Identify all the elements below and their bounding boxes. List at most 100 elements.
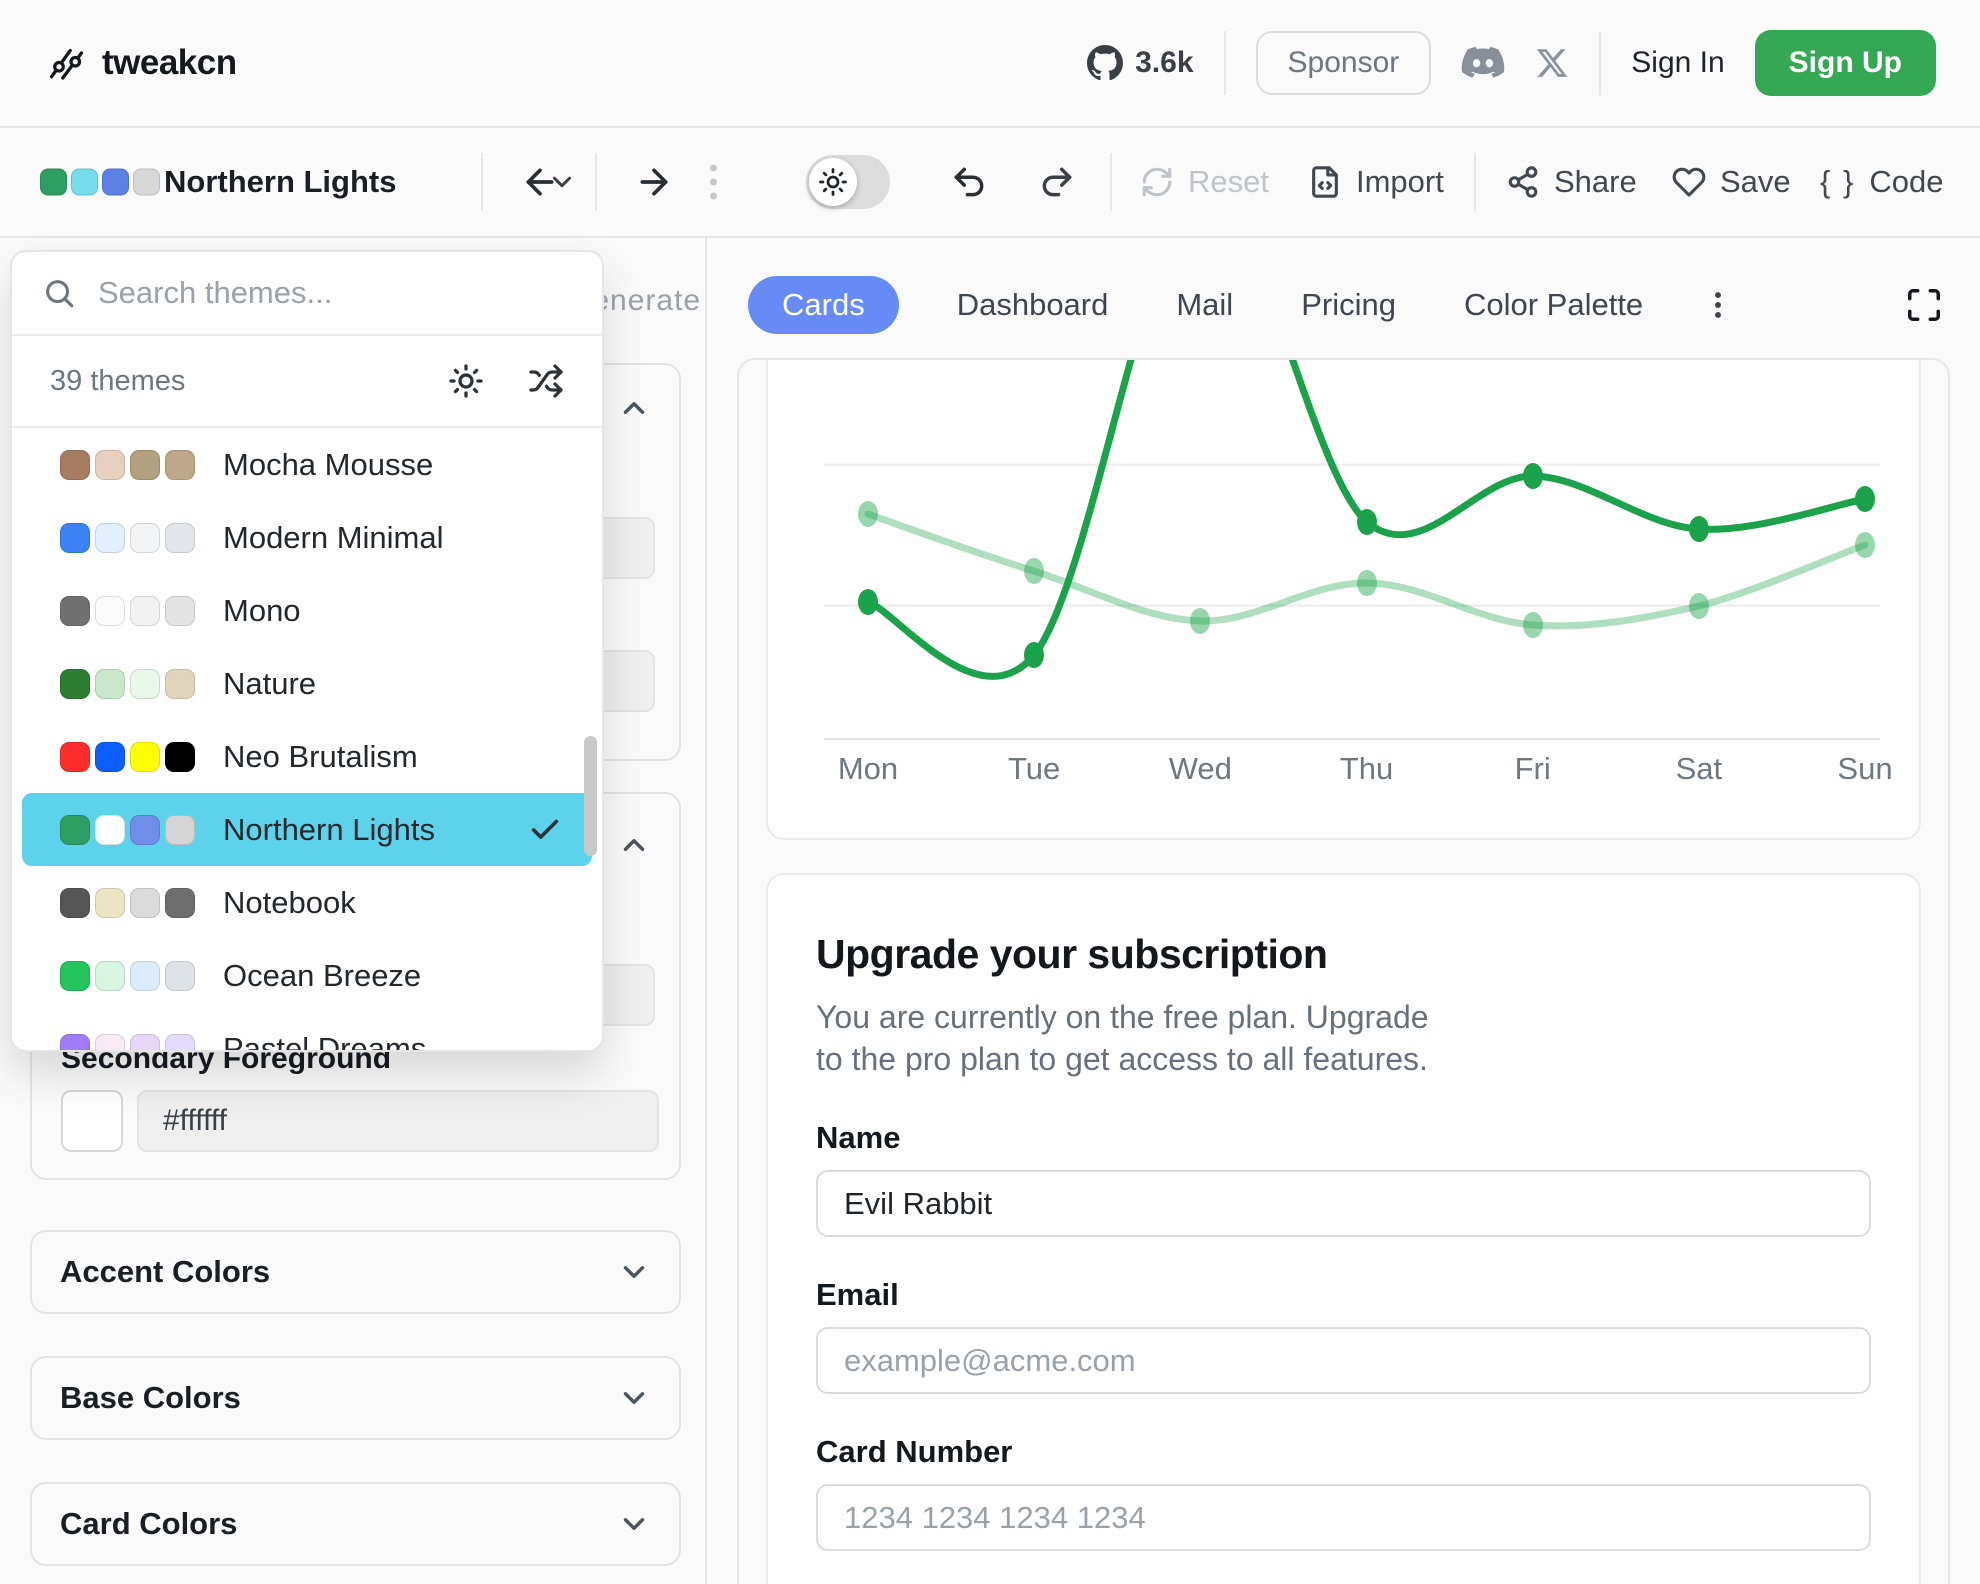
section-card-colors[interactable]: Card Colors xyxy=(30,1482,681,1566)
section-accent-colors[interactable]: Accent Colors xyxy=(30,1230,681,1314)
arrow-left-icon xyxy=(520,162,560,202)
theme-swatches xyxy=(60,596,195,626)
theme-name: Mono xyxy=(223,593,576,629)
theme-selector[interactable]: Northern Lights xyxy=(164,164,577,200)
upgrade-title: Upgrade your subscription xyxy=(816,931,1871,978)
tab-dashboard[interactable]: Dashboard xyxy=(947,276,1119,334)
theme-search-input[interactable] xyxy=(98,275,572,311)
theme-color-swatch xyxy=(165,888,195,918)
theme-swatches xyxy=(60,742,195,772)
history-back-button[interactable] xyxy=(520,162,560,202)
toolbar-divider xyxy=(1474,153,1476,211)
panel-resize-handle[interactable] xyxy=(710,165,717,200)
theme-name: Ocean Breeze xyxy=(223,958,576,994)
github-star-count: 3.6k xyxy=(1135,46,1193,80)
theme-list-item[interactable]: Nature xyxy=(22,647,592,720)
brand[interactable]: tweakcn xyxy=(44,43,237,83)
theme-color-swatch xyxy=(95,669,125,699)
light-dark-mode-toggle[interactable] xyxy=(806,155,890,209)
svg-text:Mon: Mon xyxy=(838,751,898,786)
header: tweakcn 3.6k Sponsor xyxy=(0,0,1980,128)
theme-list-item[interactable]: Pastel Dreams xyxy=(22,1012,592,1052)
reset-button[interactable]: Reset xyxy=(1140,164,1269,200)
refresh-icon xyxy=(1140,165,1174,199)
heart-icon xyxy=(1672,165,1706,199)
theme-color-swatch xyxy=(130,596,160,626)
theme-list-item[interactable]: Northern Lights xyxy=(22,793,592,866)
theme-color-swatch xyxy=(130,1034,160,1053)
history-forward-button[interactable] xyxy=(634,162,674,202)
theme-name: Neo Brutalism xyxy=(223,739,576,775)
light-mode-filter-button[interactable] xyxy=(448,363,484,399)
shuffle-icon xyxy=(528,363,564,399)
theme-list-item[interactable]: Ocean Breeze xyxy=(22,939,592,1012)
theme-list-item[interactable]: Neo Brutalism xyxy=(22,720,592,793)
theme-list-item[interactable]: Mocha Mousse xyxy=(22,428,592,501)
theme-color-swatch xyxy=(95,815,125,845)
tab-pricing[interactable]: Pricing xyxy=(1291,276,1406,334)
card-number-label: Card Number xyxy=(816,1434,1871,1470)
email-field[interactable] xyxy=(816,1327,1871,1394)
header-divider xyxy=(1599,31,1601,95)
file-code-icon xyxy=(1308,165,1342,199)
maximize-icon xyxy=(1905,286,1943,324)
theme-color-swatch xyxy=(60,523,90,553)
theme-color-swatch xyxy=(130,669,160,699)
theme-color-swatch xyxy=(95,596,125,626)
theme-color-swatch xyxy=(60,450,90,480)
secondary-foreground-input[interactable]: #ffffff xyxy=(137,1090,659,1152)
name-label: Name xyxy=(816,1120,1871,1156)
collapse-section-button[interactable] xyxy=(617,391,651,425)
github-link[interactable]: 3.6k xyxy=(1087,45,1193,81)
app-title: tweakcn xyxy=(102,43,237,83)
github-icon xyxy=(1087,45,1123,81)
sign-up-button[interactable]: Sign Up xyxy=(1755,30,1936,96)
theme-color-swatch xyxy=(165,450,195,480)
braces-icon: { } xyxy=(1820,164,1855,200)
arrow-right-icon xyxy=(634,162,674,202)
import-button[interactable]: Import xyxy=(1308,164,1444,200)
theme-list-item[interactable]: Modern Minimal xyxy=(22,501,592,574)
code-button[interactable]: { } Code xyxy=(1820,164,1943,200)
save-button[interactable]: Save xyxy=(1672,164,1791,200)
theme-list-item[interactable]: Notebook xyxy=(22,866,592,939)
svg-text:Thu: Thu xyxy=(1340,751,1393,786)
theme-color-swatch xyxy=(95,450,125,480)
theme-list-controls: 39 themes xyxy=(12,336,602,428)
fullscreen-button[interactable] xyxy=(1905,286,1943,324)
theme-color-swatch xyxy=(60,596,90,626)
tab-color-palette[interactable]: Color Palette xyxy=(1454,276,1653,334)
theme-color-swatch xyxy=(133,169,160,196)
theme-color-swatch xyxy=(165,669,195,699)
dropdown-scrollbar-thumb[interactable] xyxy=(584,736,597,856)
sun-icon xyxy=(448,363,484,399)
tabs-overflow-menu-button[interactable] xyxy=(1701,288,1735,322)
redo-button[interactable] xyxy=(1038,163,1076,201)
share-icon xyxy=(1506,165,1540,199)
card-number-field[interactable] xyxy=(816,1484,1871,1551)
section-base-colors[interactable]: Base Colors xyxy=(30,1356,681,1440)
sponsor-button[interactable]: Sponsor xyxy=(1256,31,1432,95)
theme-list-item[interactable]: Mono xyxy=(22,574,592,647)
secondary-foreground-swatch[interactable] xyxy=(61,1090,123,1152)
x-twitter-icon[interactable] xyxy=(1535,46,1569,80)
collapse-section-button[interactable] xyxy=(617,828,651,862)
sign-in-button[interactable]: Sign In xyxy=(1631,46,1724,80)
chevron-up-icon xyxy=(617,391,651,425)
email-label: Email xyxy=(816,1277,1871,1313)
sun-icon xyxy=(809,158,857,206)
name-field[interactable] xyxy=(816,1170,1871,1237)
tab-cards[interactable]: Cards xyxy=(748,276,899,334)
random-theme-button[interactable] xyxy=(528,363,564,399)
header-divider xyxy=(1224,31,1226,95)
theme-color-swatch xyxy=(95,1034,125,1053)
tab-mail[interactable]: Mail xyxy=(1166,276,1243,334)
preview-scroll-area[interactable]: MonTueWedThuFriSatSun Upgrade your subsc… xyxy=(737,358,1950,1584)
share-button[interactable]: Share xyxy=(1506,164,1637,200)
svg-text:Sat: Sat xyxy=(1676,751,1723,786)
discord-icon[interactable] xyxy=(1461,46,1505,80)
undo-button[interactable] xyxy=(950,163,988,201)
chevron-down-icon xyxy=(617,1507,651,1541)
theme-color-swatch xyxy=(165,523,195,553)
toolbar-divider xyxy=(1110,153,1112,211)
